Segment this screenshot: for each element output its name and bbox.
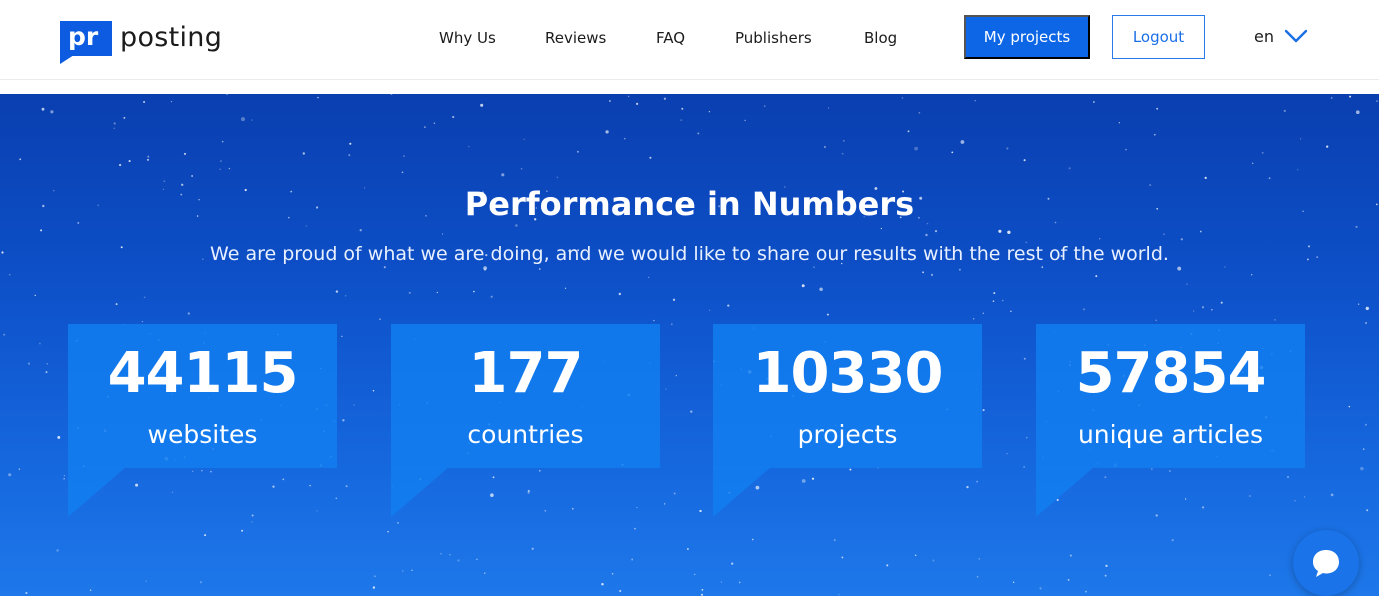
stat-label: countries xyxy=(467,420,584,449)
chat-widget-button[interactable] xyxy=(1293,530,1359,596)
chevron-down-icon[interactable] xyxy=(1284,27,1308,45)
stat-card-websites: 44115 websites xyxy=(68,324,337,519)
logo-mark: pr xyxy=(60,21,112,64)
stat-value: 177 xyxy=(468,341,584,406)
stat-label: projects xyxy=(797,420,898,449)
stat-card-unique-articles: 57854 unique articles xyxy=(1036,324,1305,519)
my-projects-button[interactable]: My projects xyxy=(964,15,1090,59)
nav-publishers[interactable]: Publishers xyxy=(735,28,812,48)
section-title: Performance in Numbers xyxy=(464,185,915,223)
logo-text: posting xyxy=(120,22,223,53)
stat-card-projects: 10330 projects xyxy=(713,324,982,519)
stat-value: 44115 xyxy=(107,341,299,406)
site-header: pr posting Why Us Reviews FAQ Publishers… xyxy=(0,0,1379,80)
language-selector[interactable]: en xyxy=(1254,27,1274,46)
nav-faq[interactable]: FAQ xyxy=(656,28,685,48)
stat-label: websites xyxy=(147,420,258,449)
logo-mark-text: pr xyxy=(68,22,99,51)
stat-card-countries: 177 countries xyxy=(391,324,660,519)
nav-blog[interactable]: Blog xyxy=(864,28,897,48)
nav-why-us[interactable]: Why Us xyxy=(439,28,496,48)
stat-label: unique articles xyxy=(1077,420,1264,449)
nav-reviews[interactable]: Reviews xyxy=(545,28,606,48)
logo[interactable]: pr posting xyxy=(60,21,222,64)
chat-bubble-icon xyxy=(1313,550,1339,577)
stat-value: 57854 xyxy=(1075,341,1267,406)
performance-section: Performance in Numbers We are proud of w… xyxy=(0,94,1379,596)
stat-value: 10330 xyxy=(752,341,944,406)
logout-button[interactable]: Logout xyxy=(1112,15,1205,59)
section-subtitle: We are proud of what we are doing, and w… xyxy=(210,243,1169,265)
